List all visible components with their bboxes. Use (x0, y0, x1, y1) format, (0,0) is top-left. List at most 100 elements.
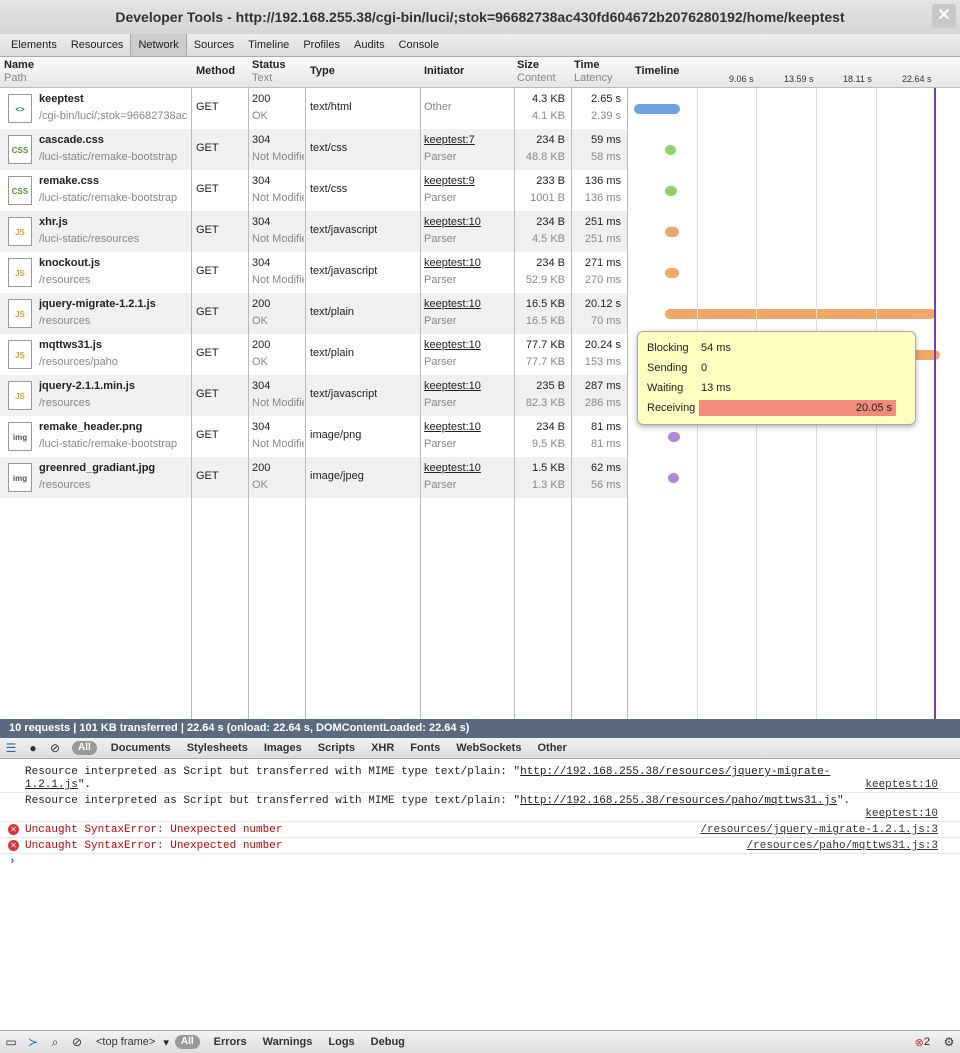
table-row[interactable]: JS jquery-2.1.1.min.js/resources GET 304 Not… (0, 375, 627, 416)
status-code: 304 (252, 421, 271, 433)
dock-icon[interactable]: ▭ (0, 1032, 22, 1052)
console-prompt[interactable]: › (9, 856, 16, 868)
col-size[interactable]: Size Content (517, 59, 556, 85)
clear-icon[interactable]: ⊘ (44, 738, 66, 758)
request-name[interactable]: keeptest (39, 91, 187, 108)
message-source-link[interactable]: keeptest:10 (865, 808, 938, 821)
filter-all[interactable]: All (72, 741, 97, 755)
initiator-link[interactable]: keeptest:9 (424, 173, 475, 190)
table-row[interactable]: CSS remake.css/luci-static/remake-bootstr… (0, 170, 627, 211)
mime-type: text/javascript (310, 388, 378, 400)
tab-sources[interactable]: Sources (187, 34, 241, 56)
timeline-bar[interactable] (665, 227, 679, 237)
tab-console[interactable]: Console (392, 34, 446, 56)
initiator-type: Parser (424, 356, 457, 368)
filter-documents[interactable]: Documents (103, 742, 179, 754)
timeline-bar[interactable] (665, 186, 677, 196)
timeline-bar[interactable] (668, 432, 680, 442)
time: 59 ms (591, 134, 621, 146)
message-link[interactable]: http://192.168.255.38/resources/jquery-m… (520, 766, 830, 778)
request-name[interactable]: xhr.js (39, 214, 187, 231)
console-filter-logs[interactable]: Logs (320, 1036, 362, 1048)
console-filter-errors[interactable]: Errors (206, 1036, 255, 1048)
initiator-link[interactable]: keeptest:10 (424, 214, 481, 231)
message-source-link[interactable]: /resources/jquery-migrate-1.2.1.js:3 (700, 824, 938, 837)
timeline-bar[interactable] (634, 104, 680, 114)
filter-scripts[interactable]: Scripts (310, 742, 363, 754)
content-size: 9.5 KB (531, 438, 565, 450)
request-name[interactable]: remake.css (39, 173, 187, 190)
message-source-link[interactable]: keeptest:10 (865, 779, 938, 792)
tab-timeline[interactable]: Timeline (241, 34, 296, 56)
request-name[interactable]: cascade.css (39, 132, 187, 149)
table-row[interactable]: JS knockout.js/resources GET 304 Not Modifie… (0, 252, 627, 293)
error-count[interactable]: 2 (924, 1036, 930, 1048)
request-method: GET (196, 388, 219, 400)
request-name[interactable]: mqttws31.js (39, 337, 187, 354)
col-name[interactable]: Name Path (4, 59, 34, 85)
close-button[interactable]: ✕ (932, 4, 956, 28)
table-row[interactable]: JS mqttws31.js/resources/paho GET 200 OK text… (0, 334, 627, 375)
tab-resources[interactable]: Resources (64, 34, 131, 56)
error-count-icon[interactable]: ⊗ (915, 1036, 924, 1049)
record-icon[interactable]: ● (22, 738, 44, 758)
tab-profiles[interactable]: Profiles (296, 34, 347, 56)
col-time[interactable]: Time Latency (574, 59, 613, 85)
message-source-link[interactable]: /resources/paho/mqttws31.js:3 (747, 840, 938, 853)
request-name[interactable]: remake_header.png (39, 419, 187, 436)
filter-other[interactable]: Other (529, 742, 574, 754)
timeline-bar[interactable] (668, 473, 679, 483)
message-link[interactable]: http://192.168.255.38/resources/paho/mqt… (520, 795, 837, 807)
col-timeline[interactable]: Timeline (635, 65, 679, 78)
table-row[interactable]: <> keeptest/cgi-bin/luci/;stok=96682738ac… (0, 88, 627, 129)
filter-xhr[interactable]: XHR (363, 742, 402, 754)
clear-console-icon[interactable]: ⊘ (66, 1032, 88, 1052)
tab-audits[interactable]: Audits (347, 34, 392, 56)
col-type[interactable]: Type (310, 65, 335, 78)
timeline-bar[interactable] (665, 309, 936, 319)
timeline-bar[interactable] (665, 268, 679, 278)
table-row[interactable]: img remake_header.png/luci-static/remake-… (0, 416, 627, 457)
col-status[interactable]: Status Text (252, 59, 286, 85)
filter-fonts[interactable]: Fonts (402, 742, 448, 754)
initiator-link[interactable]: keeptest:7 (424, 132, 475, 149)
search-icon[interactable]: ⌕ (44, 1032, 66, 1052)
chevron-down-icon[interactable]: ▾ (163, 1036, 169, 1049)
initiator-link[interactable]: keeptest:10 (424, 337, 481, 354)
tt-blocking-label: Blocking (647, 342, 689, 354)
content-size: 4.1 KB (531, 110, 565, 122)
request-name[interactable]: jquery-2.1.1.min.js (39, 378, 187, 395)
list-icon[interactable]: ☰ (0, 738, 22, 758)
timeline-bar[interactable] (665, 145, 676, 155)
table-row[interactable]: JS jquery-migrate-1.2.1.js/resources GET 20… (0, 293, 627, 334)
file-type-icon: JS (8, 217, 32, 246)
filter-websockets[interactable]: WebSockets (448, 742, 529, 754)
console-filter-all[interactable]: All (174, 1035, 200, 1049)
initiator-type: Parser (424, 479, 457, 491)
col-initiator[interactable]: Initiator (424, 65, 464, 78)
request-name[interactable]: knockout.js (39, 255, 187, 272)
filter-stylesheets[interactable]: Stylesheets (179, 742, 256, 754)
gear-icon[interactable]: ⚙ (938, 1032, 960, 1052)
console-filter-warnings[interactable]: Warnings (255, 1036, 321, 1048)
col-method[interactable]: Method (196, 65, 235, 78)
mime-type: image/png (310, 429, 362, 441)
table-row[interactable]: CSS cascade.css/luci-static/remake-bootst… (0, 129, 627, 170)
initiator-link[interactable]: keeptest:10 (424, 255, 481, 272)
request-name[interactable]: jquery-migrate-1.2.1.js (39, 296, 187, 313)
initiator-link[interactable]: keeptest:10 (424, 460, 481, 477)
message-link[interactable]: 1.2.1.js (25, 779, 78, 791)
console-filter-debug[interactable]: Debug (363, 1036, 413, 1048)
console-drawer-icon[interactable]: ≻ (22, 1032, 44, 1052)
table-row[interactable]: img greenred_gradiant.jpg/resources GET 200… (0, 457, 627, 498)
content-size: 4.5 KB (531, 233, 565, 245)
table-row[interactable]: JS xhr.js/luci-static/resources GET 304 Not … (0, 211, 627, 252)
request-name[interactable]: greenred_gradiant.jpg (39, 460, 187, 477)
tab-network[interactable]: Network (130, 34, 187, 56)
initiator-link[interactable]: keeptest:10 (424, 419, 481, 436)
tab-elements[interactable]: Elements (4, 34, 64, 56)
initiator-link[interactable]: keeptest:10 (424, 296, 481, 313)
frame-selector[interactable]: <top frame> (88, 1036, 163, 1048)
initiator-link[interactable]: keeptest:10 (424, 378, 481, 395)
filter-images[interactable]: Images (256, 742, 310, 754)
